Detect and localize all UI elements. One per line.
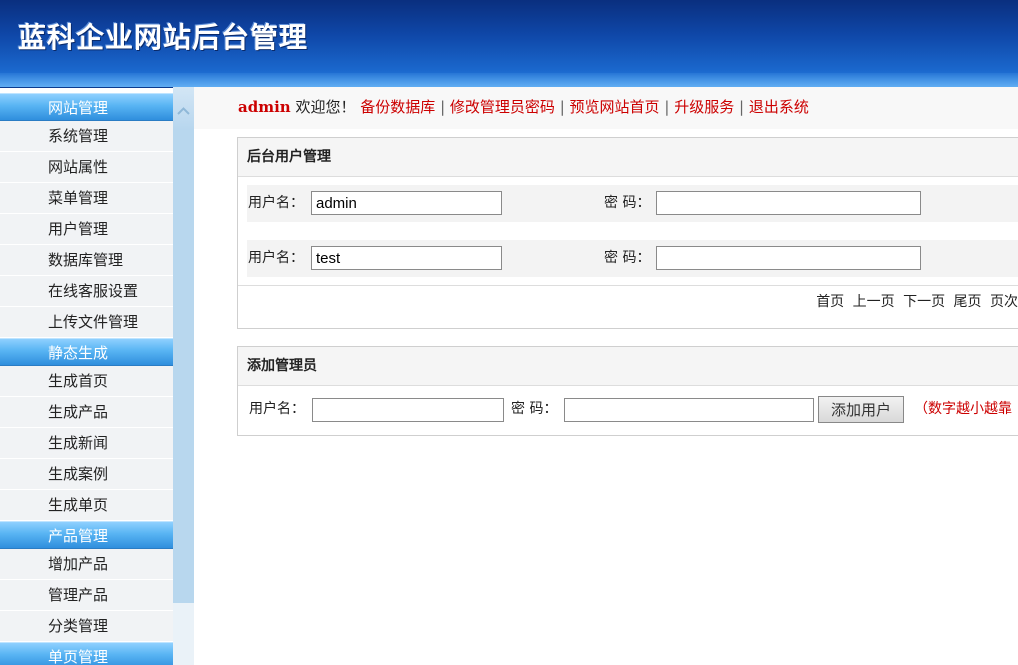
chevron-up-icon[interactable] — [176, 104, 191, 119]
sort-hint: （数字越小越靠 — [914, 401, 1012, 417]
sidebar-item-add-product[interactable]: 增加产品 — [0, 549, 173, 580]
link-separator: | — [738, 98, 745, 116]
users-panel: 后台用户管理 用户名： 密 码： 用户名： 密 码： 首页 上一页 下一页 尾页… — [237, 137, 1018, 329]
sidebar-collapse-strip — [173, 87, 194, 665]
welcome-text: 欢迎您！ — [295, 98, 356, 116]
sidebar-item-gen-home[interactable]: 生成首页 — [0, 366, 173, 397]
sidebar: 网站管理 系统管理 网站属性 菜单管理 用户管理 数据库管理 在线客服设置 上传… — [0, 93, 173, 665]
sidebar-item-gen-single[interactable]: 生成单页 — [0, 490, 173, 521]
pager-page-indicator: 页次 — [990, 294, 1018, 310]
sidebar-section-single-page[interactable]: 单页管理 — [0, 642, 173, 665]
password-label: 密 码： — [604, 195, 651, 211]
password-field[interactable] — [656, 246, 921, 270]
new-username-field[interactable] — [312, 398, 504, 422]
header-banner: 蓝科企业网站后台管理 — [0, 0, 1018, 88]
new-password-field[interactable] — [564, 398, 814, 422]
pagination: 首页 上一页 下一页 尾页 页次 — [812, 291, 1018, 311]
sidebar-item-gen-news[interactable]: 生成新闻 — [0, 428, 173, 459]
sidebar-section-products[interactable]: 产品管理 — [0, 521, 173, 549]
add-admin-panel: 添加管理员 用户名： 密 码： 添加用户 （数字越小越靠 — [237, 346, 1018, 436]
site-title: 蓝科企业网站后台管理 — [18, 21, 309, 54]
sidebar-section-site-management[interactable]: 网站管理 — [0, 93, 173, 121]
link-logout[interactable]: 退出系统 — [749, 98, 809, 116]
add-user-button[interactable]: 添加用户 — [818, 396, 905, 423]
link-separator: | — [559, 98, 565, 116]
collapse-strip-bar[interactable] — [173, 130, 194, 603]
sidebar-item-users[interactable]: 用户管理 — [0, 214, 173, 245]
link-preview-site[interactable]: 预览网站首页 — [570, 98, 660, 116]
current-user: admin — [238, 98, 291, 116]
user-row: 用户名： 密 码： — [247, 185, 1018, 222]
username-field[interactable] — [311, 191, 502, 215]
sidebar-item-system[interactable]: 系统管理 — [0, 121, 173, 152]
link-backup-db[interactable]: 备份数据库 — [360, 98, 435, 116]
sidebar-item-manage-products[interactable]: 管理产品 — [0, 580, 173, 611]
sidebar-item-upload-files[interactable]: 上传文件管理 — [0, 307, 173, 338]
sidebar-item-gen-products[interactable]: 生成产品 — [0, 397, 173, 428]
link-separator: | — [440, 98, 446, 116]
username-label: 用户名： — [248, 195, 304, 211]
link-upgrade[interactable]: 升级服务 — [674, 98, 734, 116]
sidebar-item-categories[interactable]: 分类管理 — [0, 611, 173, 642]
pager-first[interactable]: 首页 — [816, 294, 844, 310]
banner-glow — [0, 73, 1018, 87]
pager-next[interactable]: 下一页 — [903, 294, 945, 310]
username-field[interactable] — [311, 246, 502, 270]
add-admin-title: 添加管理员 — [238, 347, 1018, 386]
sidebar-item-gen-cases[interactable]: 生成案例 — [0, 459, 173, 490]
pager-divider — [238, 285, 1018, 286]
sidebar-item-site-properties[interactable]: 网站属性 — [0, 152, 173, 183]
sidebar-item-menu[interactable]: 菜单管理 — [0, 183, 173, 214]
pager-last[interactable]: 尾页 — [954, 294, 982, 310]
sidebar-item-database[interactable]: 数据库管理 — [0, 245, 173, 276]
username-label: 用户名： — [248, 250, 304, 266]
sidebar-section-static-gen[interactable]: 静态生成 — [0, 338, 173, 366]
new-username-label: 用户名： — [249, 401, 305, 417]
password-label: 密 码： — [604, 250, 651, 266]
top-info-bar: admin 欢迎您！ 备份数据库 | 修改管理员密码 | 预览网站首页 | 升级… — [194, 87, 1018, 129]
password-field[interactable] — [656, 191, 921, 215]
user-row: 用户名： 密 码： — [247, 240, 1018, 277]
new-password-label: 密 码： — [511, 401, 558, 417]
pager-prev[interactable]: 上一页 — [853, 294, 895, 310]
link-separator: | — [664, 98, 670, 116]
users-panel-title: 后台用户管理 — [238, 138, 1018, 177]
sidebar-item-online-service[interactable]: 在线客服设置 — [0, 276, 173, 307]
link-change-password[interactable]: 修改管理员密码 — [450, 98, 555, 116]
